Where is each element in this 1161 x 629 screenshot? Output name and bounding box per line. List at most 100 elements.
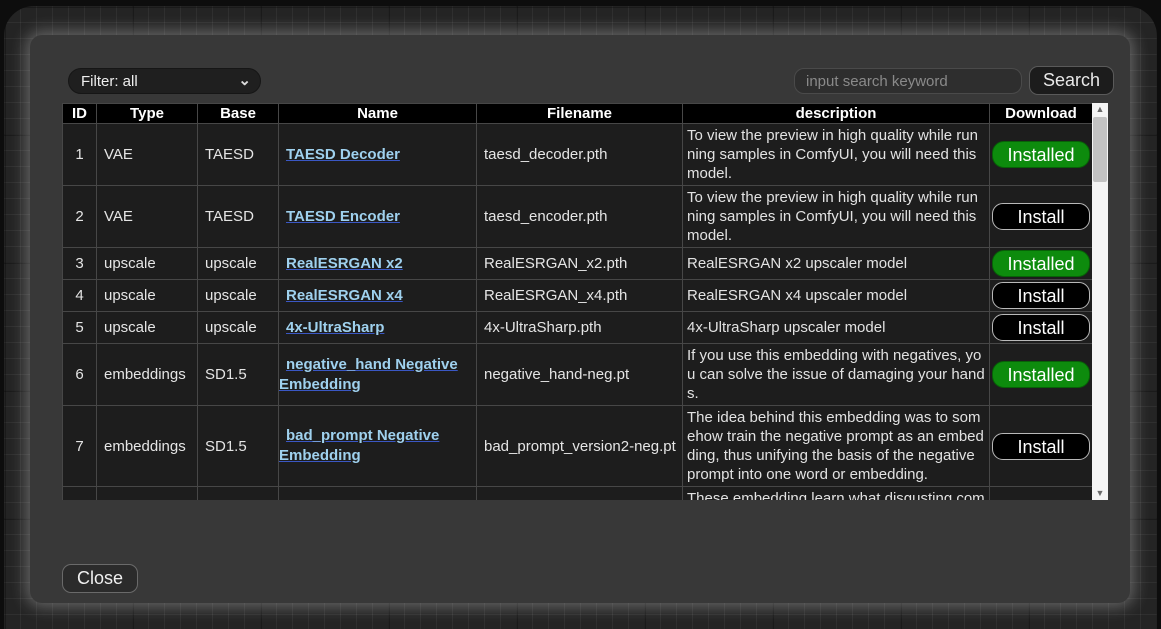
column-header: Download bbox=[990, 104, 1093, 124]
table-row: These embedding learn what disgusting co… bbox=[63, 487, 1093, 501]
model-name-link[interactable]: RealESRGAN x4 bbox=[286, 287, 403, 304]
table-row: 4 upscale upscale RealESRGAN x4 RealESRG… bbox=[63, 280, 1093, 312]
cell-filename: taesd_encoder.pth bbox=[477, 186, 683, 248]
cell-id: 3 bbox=[63, 248, 97, 280]
search-button[interactable]: Search bbox=[1029, 66, 1114, 95]
cell-base: upscale bbox=[198, 312, 279, 344]
cell-type: VAE bbox=[97, 124, 198, 186]
cell-filename: negative_hand-neg.pt bbox=[477, 344, 683, 406]
scroll-down-icon[interactable]: ▼ bbox=[1092, 487, 1108, 500]
cell-base: TAESD bbox=[198, 186, 279, 248]
cell-base: upscale bbox=[198, 280, 279, 312]
cell-download: Install bbox=[990, 312, 1093, 344]
column-header: Type bbox=[97, 104, 198, 124]
cell-filename: bad_prompt_version2-neg.pt bbox=[477, 406, 683, 487]
close-button[interactable]: Close bbox=[62, 564, 138, 593]
cell-filename: RealESRGAN_x2.pth bbox=[477, 248, 683, 280]
column-header: description bbox=[683, 104, 990, 124]
cell-filename: RealESRGAN_x4.pth bbox=[477, 280, 683, 312]
table-row: 1 VAE TAESD TAESD Decoder taesd_decoder.… bbox=[63, 124, 1093, 186]
cell-download: Install bbox=[990, 406, 1093, 487]
cell-description: To view the preview in high quality whil… bbox=[683, 124, 990, 186]
cell-description: The idea behind this embedding was to so… bbox=[683, 406, 990, 487]
model-name-link[interactable]: TAESD Encoder bbox=[286, 208, 400, 225]
table-row: 5 upscale upscale 4x-UltraSharp 4x-Ultra… bbox=[63, 312, 1093, 344]
model-table-container: IDTypeBaseNameFilenamedescriptionDownloa… bbox=[62, 103, 1108, 500]
scrollbar-thumb[interactable] bbox=[1093, 117, 1107, 182]
model-name-link[interactable]: TAESD Decoder bbox=[286, 146, 400, 163]
cell-description: 4x-UltraSharp upscaler model bbox=[683, 312, 990, 344]
model-name-link[interactable]: RealESRGAN x2 bbox=[286, 255, 403, 272]
cell-description: RealESRGAN x2 upscaler model bbox=[683, 248, 990, 280]
column-header: Base bbox=[198, 104, 279, 124]
cell-base: SD1.5 bbox=[198, 406, 279, 487]
cell-base bbox=[198, 487, 279, 501]
cell-download: Installed bbox=[990, 344, 1093, 406]
column-header: Filename bbox=[477, 104, 683, 124]
download-button[interactable]: Install bbox=[992, 433, 1090, 460]
model-name-link[interactable]: negative_hand Negative Embedding bbox=[279, 356, 458, 393]
cell-description: RealESRGAN x4 upscaler model bbox=[683, 280, 990, 312]
cell-id: 7 bbox=[63, 406, 97, 487]
download-button[interactable]: Installed bbox=[992, 141, 1090, 168]
table-scrollbar[interactable]: ▲ ▼ bbox=[1092, 103, 1108, 500]
cell-description: If you use this embedding with negatives… bbox=[683, 344, 990, 406]
cell-description: To view the preview in high quality whil… bbox=[683, 186, 990, 248]
download-button[interactable]: Install bbox=[992, 314, 1090, 341]
download-button[interactable]: Installed bbox=[992, 250, 1090, 277]
cell-base: SD1.5 bbox=[198, 344, 279, 406]
table-row: 7 embeddings SD1.5 bad_prompt Negative E… bbox=[63, 406, 1093, 487]
cell-name: bad_prompt Negative Embedding bbox=[279, 406, 477, 487]
table-row: 3 upscale upscale RealESRGAN x2 RealESRG… bbox=[63, 248, 1093, 280]
model-table-body: 1 VAE TAESD TAESD Decoder taesd_decoder.… bbox=[63, 124, 1093, 501]
model-name-link[interactable]: bad_prompt Negative Embedding bbox=[279, 427, 439, 464]
cell-type bbox=[97, 487, 198, 501]
model-table: IDTypeBaseNameFilenamedescriptionDownloa… bbox=[62, 103, 1093, 500]
cell-filename: 4x-UltraSharp.pth bbox=[477, 312, 683, 344]
table-row: 2 VAE TAESD TAESD Encoder taesd_encoder.… bbox=[63, 186, 1093, 248]
cell-filename bbox=[477, 487, 683, 501]
cell-download: Installed bbox=[990, 248, 1093, 280]
column-header: ID bbox=[63, 104, 97, 124]
table-row: 6 embeddings SD1.5 negative_hand Negativ… bbox=[63, 344, 1093, 406]
download-button[interactable]: Install bbox=[992, 203, 1090, 230]
cell-name bbox=[279, 487, 477, 501]
cell-name: RealESRGAN x2 bbox=[279, 248, 477, 280]
cell-id: 4 bbox=[63, 280, 97, 312]
cell-type: upscale bbox=[97, 248, 198, 280]
scroll-up-icon[interactable]: ▲ bbox=[1092, 103, 1108, 116]
cell-type: upscale bbox=[97, 312, 198, 344]
download-button[interactable]: Installed bbox=[992, 361, 1090, 388]
cell-id: 1 bbox=[63, 124, 97, 186]
model-install-dialog: Filter: all ⌄ Search IDTypeBaseNameFilen… bbox=[30, 35, 1130, 603]
cell-download: Install bbox=[990, 280, 1093, 312]
cell-type: VAE bbox=[97, 186, 198, 248]
cell-id bbox=[63, 487, 97, 501]
cell-name: TAESD Encoder bbox=[279, 186, 477, 248]
model-name-link[interactable]: 4x-UltraSharp bbox=[286, 319, 384, 336]
cell-type: embeddings bbox=[97, 406, 198, 487]
cell-filename: taesd_decoder.pth bbox=[477, 124, 683, 186]
cell-base: upscale bbox=[198, 248, 279, 280]
cell-type: embeddings bbox=[97, 344, 198, 406]
column-header: Name bbox=[279, 104, 477, 124]
cell-download: Installed bbox=[990, 124, 1093, 186]
download-button[interactable]: Install bbox=[992, 282, 1090, 309]
cell-type: upscale bbox=[97, 280, 198, 312]
cell-base: TAESD bbox=[198, 124, 279, 186]
cell-id: 2 bbox=[63, 186, 97, 248]
cell-description: These embedding learn what disgusting co… bbox=[683, 487, 990, 501]
filter-select-wrap: Filter: all ⌄ bbox=[68, 68, 261, 94]
cell-name: RealESRGAN x4 bbox=[279, 280, 477, 312]
cell-name: TAESD Decoder bbox=[279, 124, 477, 186]
cell-download: Install bbox=[990, 186, 1093, 248]
cell-name: 4x-UltraSharp bbox=[279, 312, 477, 344]
cell-download bbox=[990, 487, 1093, 501]
filter-select[interactable]: Filter: all bbox=[68, 68, 261, 94]
node-editor-canvas[interactable]: Filter: all ⌄ Search IDTypeBaseNameFilen… bbox=[4, 6, 1157, 629]
cell-id: 6 bbox=[63, 344, 97, 406]
app-window: Filter: all ⌄ Search IDTypeBaseNameFilen… bbox=[0, 0, 1161, 629]
table-header-row: IDTypeBaseNameFilenamedescriptionDownloa… bbox=[63, 104, 1093, 124]
search-input[interactable] bbox=[794, 68, 1022, 94]
cell-name: negative_hand Negative Embedding bbox=[279, 344, 477, 406]
